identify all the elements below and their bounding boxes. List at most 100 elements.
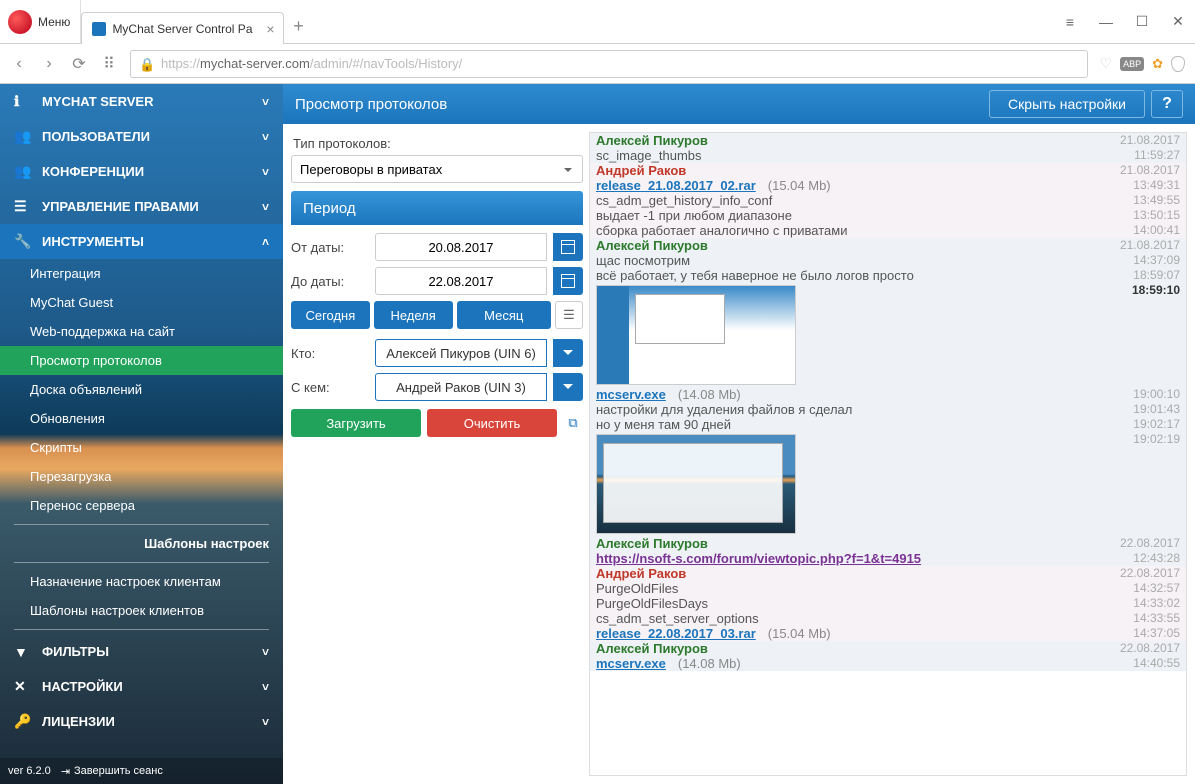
sidebar-section[interactable]: 👥КОНФЕРЕНЦИИ˅ [0, 154, 283, 189]
month-button[interactable]: Месяц [457, 301, 552, 329]
browser-tab[interactable]: MyChat Server Control Pa × [81, 12, 283, 44]
sidebar-section[interactable]: ℹMYCHAT SERVER˅ [0, 84, 283, 119]
message-time: 19:02:19 [1125, 432, 1180, 536]
who-dropdown-button[interactable] [553, 339, 583, 367]
sidebar-item[interactable]: MyChat Guest [0, 288, 283, 317]
sidebar-item[interactable]: Обновления [0, 404, 283, 433]
calendar-icon [561, 240, 575, 254]
week-button[interactable]: Неделя [374, 301, 453, 329]
sidebar-item[interactable]: Перезагрузка [0, 462, 283, 491]
today-button[interactable]: Сегодня [291, 301, 370, 329]
url-input[interactable]: 🔒 https://mychat-server.com/admin/#/navT… [130, 50, 1088, 78]
from-date-input[interactable]: 20.08.2017 [375, 233, 547, 261]
from-date-calendar-button[interactable] [553, 233, 583, 261]
image-thumbnail[interactable] [596, 285, 796, 385]
sidebar-section[interactable]: 👥ПОЛЬЗОВАТЕЛИ˅ [0, 119, 283, 154]
sidebar-section[interactable]: 🔧ИНСТРУМЕНТЫ˄ [0, 224, 283, 259]
message-block: Андрей Раков22.08.2017PurgeOldFiles14:32… [590, 566, 1186, 641]
section-icon: ▼ [14, 644, 32, 660]
url-path: /admin/#/navTools/History/ [310, 56, 462, 71]
message-time: 19:01:43 [1125, 402, 1180, 417]
message-line: PurgeOldFiles14:32:57 [596, 581, 1180, 596]
whom-select[interactable]: Андрей Раков (UIN 3) [375, 373, 547, 401]
hide-settings-button[interactable]: Скрыть настройки [989, 90, 1145, 118]
message-text: cs_adm_set_server_options [596, 611, 1125, 626]
abp-icon[interactable]: ABP [1120, 57, 1144, 71]
message-user: Алексей Пикуров [596, 536, 708, 551]
sidebar: ℹMYCHAT SERVER˅👥ПОЛЬЗОВАТЕЛИ˅👥КОНФЕРЕНЦИ… [0, 84, 283, 784]
message-time: 11:59:27 [1126, 148, 1180, 163]
help-button[interactable]: ? [1151, 90, 1183, 118]
message-user: Андрей Раков [596, 566, 686, 581]
nav-reload-icon[interactable]: ⟳ [70, 54, 88, 74]
browser-menu-button[interactable]: Меню [38, 0, 81, 43]
message-time: 18:59:07 [1125, 268, 1180, 283]
chat-log[interactable]: Алексей Пикуров21.08.2017sc_image_thumbs… [589, 132, 1187, 776]
sidebar-item[interactable]: Просмотр протоколов [0, 346, 283, 375]
shield-icon[interactable] [1171, 56, 1185, 72]
sidebar-section[interactable]: 🔑ЛИЦЕНЗИИ˅ [0, 704, 283, 739]
message-time: 19:00:10 [1125, 387, 1180, 402]
window-minimize-icon[interactable]: — [1097, 14, 1115, 30]
content-header: Просмотр протоколов Скрыть настройки ? [283, 84, 1195, 124]
message-link[interactable]: release_21.08.2017_02.rar [596, 178, 756, 193]
image-thumbnail[interactable] [596, 434, 796, 534]
clear-button[interactable]: Очистить [427, 409, 557, 437]
message-link[interactable]: mcserv.exe [596, 387, 666, 402]
to-date-calendar-button[interactable] [553, 267, 583, 295]
sidebar-item[interactable]: Перенос сервера [0, 491, 283, 520]
sidebar-section[interactable]: ✕НАСТРОЙКИ˅ [0, 669, 283, 704]
message-line: release_21.08.2017_02.rar(15.04 Mb)13:49… [596, 178, 1180, 193]
window-controls: ≡ — ☐ ✕ [1061, 0, 1195, 43]
sidebar-item[interactable]: Шаблоны настроек клиентов [0, 596, 283, 625]
message-link[interactable]: release_22.08.2017_03.rar [596, 626, 756, 641]
sidebar-item[interactable]: Доска объявлений [0, 375, 283, 404]
new-tab-button[interactable]: + [284, 10, 314, 43]
message-line: PurgeOldFilesDays14:33:02 [596, 596, 1180, 611]
who-select[interactable]: Алексей Пикуров (UIN 6) [375, 339, 547, 367]
message-date: 22.08.2017 [1120, 536, 1180, 551]
message-user: Алексей Пикуров [596, 641, 708, 656]
message-text: PurgeOldFiles [596, 581, 1125, 596]
sidebar-item[interactable]: Назначение настроек клиентам [0, 567, 283, 596]
chevron-icon: ˅ [262, 200, 269, 214]
message-time: 18:59:10 [1124, 283, 1180, 387]
nav-forward-icon[interactable]: › [40, 55, 58, 73]
nav-back-icon[interactable]: ‹ [10, 55, 28, 73]
tab-title: MyChat Server Control Pa [112, 22, 252, 36]
content-area: Просмотр протоколов Скрыть настройки ? Т… [283, 84, 1195, 784]
whom-dropdown-button[interactable] [553, 373, 583, 401]
window-maximize-icon[interactable]: ☐ [1133, 13, 1151, 30]
section-icon: 🔧 [14, 233, 32, 250]
sidebar-item[interactable]: Web-поддержка на сайт [0, 317, 283, 346]
message-time: 14:33:02 [1125, 596, 1180, 611]
chevron-down-icon: ˅ [262, 680, 269, 694]
message-text: всё работает, у тебя наверное не было ло… [596, 268, 1125, 283]
message-text: настройки для удаления файлов я сделал [596, 402, 1125, 417]
sidebar-item[interactable]: Интеграция [0, 259, 283, 288]
message-line: 18:59:10 [596, 283, 1180, 387]
sidebar-section[interactable]: ☰УПРАВЛЕНИЕ ПРАВАМИ˅ [0, 189, 283, 224]
url-protocol: https:// [161, 56, 200, 71]
tab-favicon-icon [92, 22, 106, 36]
sidebar-section[interactable]: ▼ФИЛЬТРЫ˅ [0, 634, 283, 669]
extension-icon[interactable]: ✿ [1152, 56, 1163, 72]
message-line: https://nsoft-s.com/forum/viewtopic.php?… [596, 551, 1180, 566]
message-line: mcserv.exe(14.08 Mb)14:40:55 [596, 656, 1180, 671]
logout-button[interactable]: ⇥ Завершить сеанс [61, 765, 163, 778]
period-settings-button[interactable]: ☰ [555, 301, 583, 329]
bookmark-icon[interactable]: ♡ [1100, 55, 1113, 72]
sidebar-item[interactable]: Скрипты [0, 433, 283, 462]
message-link[interactable]: https://nsoft-s.com/forum/viewtopic.php?… [596, 551, 921, 566]
speed-dial-icon[interactable]: ⠿ [100, 54, 118, 74]
section-icon: ☰ [14, 198, 32, 215]
protocol-type-select[interactable]: Переговоры в приватах [291, 155, 583, 183]
window-close-icon[interactable]: ✕ [1169, 13, 1187, 30]
load-button[interactable]: Загрузить [291, 409, 421, 437]
tab-close-icon[interactable]: × [266, 21, 274, 37]
easy-setup-icon[interactable]: ≡ [1061, 14, 1079, 30]
to-date-input[interactable]: 22.08.2017 [375, 267, 547, 295]
message-link[interactable]: mcserv.exe [596, 656, 666, 671]
message-line: release_22.08.2017_03.rar(15.04 Mb)14:37… [596, 626, 1180, 641]
copy-button[interactable]: ⧉ [563, 409, 583, 437]
